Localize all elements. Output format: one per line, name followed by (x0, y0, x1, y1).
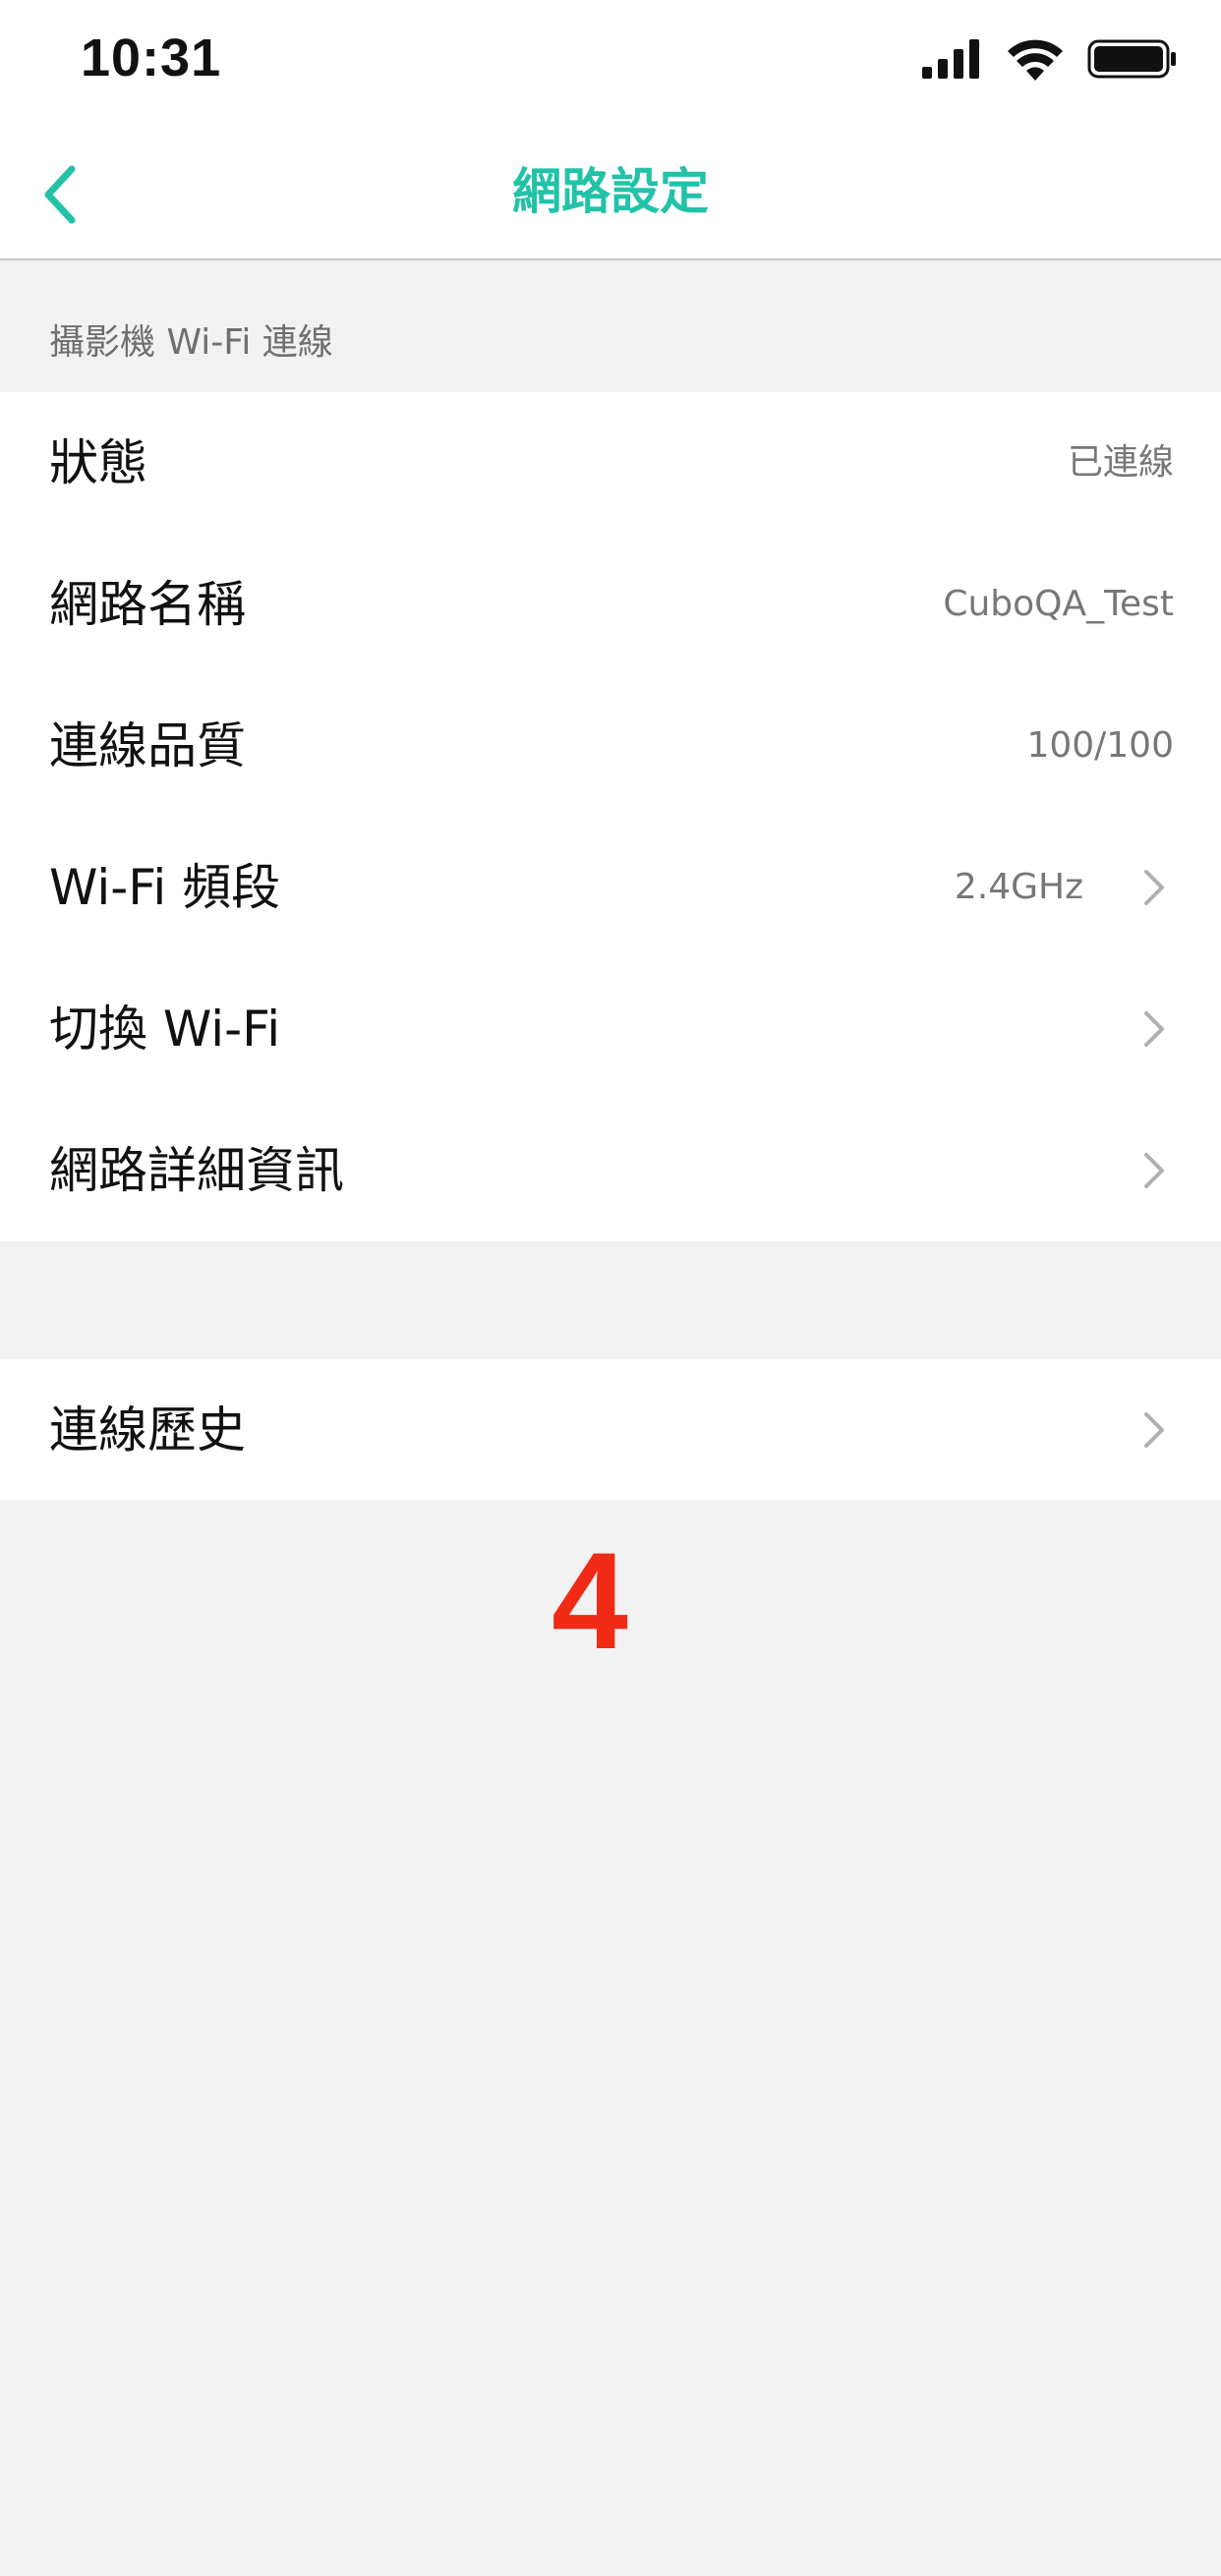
chevron-right-icon (1144, 1011, 1164, 1047)
network-details-row[interactable]: 網路詳細資訊 (0, 1100, 1221, 1241)
network-name-row: 網路名稱 CuboQA_Test (0, 534, 1221, 675)
status-label: 狀態 (49, 434, 147, 491)
section-header: 攝影機 Wi-Fi 連線 (0, 262, 1221, 392)
connection-history-group: 連線歷史 (0, 1359, 1221, 1500)
network-details-label: 網路詳細資訊 (49, 1142, 344, 1199)
network-name-value: CuboQA_Test (943, 584, 1174, 624)
chevron-left-icon (44, 165, 76, 224)
switch-wifi-label: 切換 Wi-Fi (49, 1001, 281, 1058)
network-settings-screen: 10:31 網路設定 攝影機 Wi-Fi 連線 狀態 已連線 網路名稱 Cubo… (0, 0, 1221, 2576)
status-bar: 10:31 (0, 0, 1221, 123)
back-button[interactable] (29, 160, 88, 229)
connection-history-label: 連線歷史 (49, 1402, 246, 1459)
wifi-band-label: Wi-Fi 頻段 (49, 859, 281, 916)
status-icons (922, 35, 1178, 83)
network-name-label: 網路名稱 (49, 576, 246, 633)
section-header-label: 攝影機 Wi-Fi 連線 (49, 322, 333, 363)
page-title: 網路設定 (512, 163, 709, 220)
battery-icon (1087, 39, 1176, 79)
chevron-right-icon (1144, 1412, 1164, 1448)
status-time: 10:31 (81, 29, 222, 87)
wifi-band-value: 2.4GHz (954, 867, 1083, 907)
camera-wifi-group: 狀態 已連線 網路名稱 CuboQA_Test 連線品質 100/100 Wi-… (0, 392, 1221, 1241)
chevron-right-icon (1144, 1153, 1164, 1188)
switch-wifi-row[interactable]: 切換 Wi-Fi (0, 958, 1221, 1100)
status-value: 已連線 (1067, 442, 1174, 483)
chevron-right-icon (1144, 870, 1164, 905)
connection-history-row[interactable]: 連線歷史 (0, 1359, 1221, 1501)
status-row: 狀態 已連線 (0, 392, 1221, 534)
navigation-bar: 網路設定 (0, 123, 1221, 260)
signal-icon (922, 39, 979, 79)
connection-quality-row: 連線品質 100/100 (0, 675, 1221, 817)
connection-quality-value: 100/100 (1026, 725, 1174, 766)
wifi-icon (1008, 39, 1063, 81)
annotation-number: 4 (552, 1523, 628, 1678)
wifi-band-row[interactable]: Wi-Fi 頻段 2.4GHz (0, 817, 1221, 958)
connection-quality-label: 連線品質 (49, 717, 246, 774)
